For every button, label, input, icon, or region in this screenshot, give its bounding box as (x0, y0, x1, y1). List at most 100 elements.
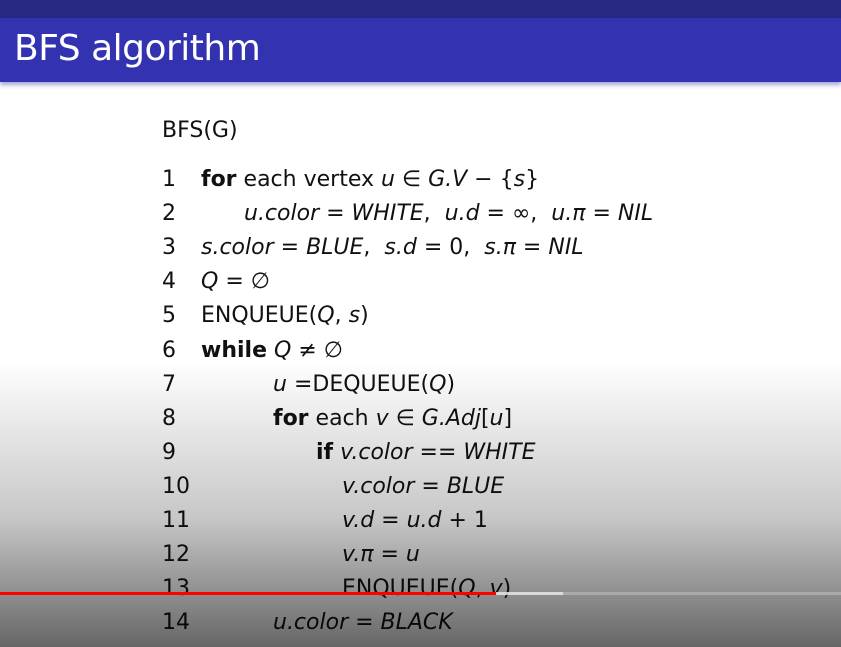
code-text: } (525, 167, 540, 192)
math-variable: u.color (244, 201, 320, 227)
line-number: 10 (162, 473, 190, 499)
code-text: ≠ ∅ (291, 337, 343, 363)
code-text: , (334, 303, 349, 329)
math-variable: v.color (340, 439, 413, 465)
code-text: , (363, 235, 385, 261)
math-variable: Q (458, 576, 476, 602)
math-variable: Q (274, 337, 292, 363)
math-variable: BLUE (306, 235, 364, 261)
code-text: = (319, 201, 352, 227)
code-text: ) (360, 303, 369, 329)
code-text: ) (446, 371, 456, 397)
slide-title: BFS algorithm (14, 28, 261, 69)
line-number: 7 (162, 371, 176, 397)
line-code: ENQUEUE(Q, s) (201, 303, 369, 328)
code-text: , (423, 201, 445, 227)
math-variable: s (513, 167, 526, 192)
code-text: + 1 (441, 508, 488, 533)
code-text: = (585, 201, 618, 227)
video-progress-bar[interactable] (0, 592, 841, 595)
code-text: ∈ (388, 405, 422, 431)
math-variable: v (489, 576, 503, 602)
line-number: 2 (162, 201, 176, 227)
code-text: = (414, 473, 447, 499)
math-variable: u.color (273, 610, 349, 636)
math-variable: u (380, 167, 395, 192)
math-variable: v.color (342, 473, 415, 499)
line-code: if v.color == WHITE (316, 440, 536, 465)
procedure-name: BFS(G) (162, 118, 238, 143)
math-variable: Q (317, 303, 335, 329)
math-variable: s.color (201, 235, 274, 261)
code-text: = (515, 235, 549, 261)
code-text: = (373, 542, 406, 568)
code-text: = 0, (416, 235, 485, 261)
played-bar (0, 592, 497, 595)
math-variable: u (405, 542, 420, 568)
code-text: ) (502, 576, 512, 602)
math-variable: WHITE (463, 439, 536, 465)
keyword: for (201, 167, 237, 192)
line-code: v.d = u.d + 1 (342, 508, 488, 533)
code-text: = (374, 508, 407, 533)
line-code: u.color = WHITE, u.d = ∞, u.π = NIL (244, 201, 653, 226)
math-variable: G.V (428, 167, 468, 192)
code-text: = ∅ (218, 269, 270, 295)
line-number: 9 (162, 439, 176, 465)
line-code: for each v ∈ G.Adj[u] (273, 406, 512, 431)
line-number: 5 (162, 303, 176, 329)
code-text: =DEQUEUE( (286, 371, 430, 397)
math-variable: G.Adj (421, 405, 481, 431)
line-code: for each vertex u ∈ G.V − {s} (201, 167, 539, 192)
line-number: 1 (162, 167, 176, 192)
code-text: ENQUEUE( (201, 303, 318, 329)
line-number: 3 (162, 235, 176, 261)
line-code: ENQUEUE(Q, v) (342, 576, 511, 601)
math-variable: s (348, 303, 361, 329)
code-text: − { (467, 167, 514, 192)
code-text: each (308, 405, 376, 431)
line-number: 14 (162, 610, 190, 636)
code-text: ENQUEUE( (342, 576, 459, 602)
line-code: u =DEQUEUE(Q) (273, 372, 455, 397)
line-code: s.color = BLUE, s.d = 0, s.π = NIL (201, 235, 584, 260)
player-gradient-overlay (0, 360, 841, 647)
math-variable: u.π (551, 201, 586, 227)
line-code: Q = ∅ (201, 269, 270, 294)
math-variable: s.d (384, 235, 417, 261)
code-text: each vertex (236, 167, 381, 192)
slide-title-bar: BFS algorithm (0, 18, 841, 82)
math-variable: NIL (617, 201, 654, 227)
code-text: == (412, 439, 464, 465)
math-variable: Q (201, 269, 219, 295)
code-text: ] (503, 405, 513, 431)
math-variable: BLACK (380, 610, 453, 636)
math-variable: s.π (484, 235, 516, 261)
line-code: u.color = BLACK (273, 610, 453, 635)
code-text: [ (480, 405, 490, 431)
slide-header-strip (0, 0, 841, 18)
keyword: while (201, 337, 267, 363)
code-text: = ∞, (479, 201, 552, 227)
code-text: , (475, 576, 490, 602)
code-text: = (348, 610, 381, 636)
line-code: v.color = BLUE (342, 474, 504, 499)
line-code: v.π = u (342, 542, 420, 567)
line-number: 4 (162, 269, 176, 295)
code-text: = (273, 235, 307, 261)
keyword: for (273, 405, 309, 431)
line-number: 12 (162, 542, 190, 568)
line-number: 13 (162, 576, 190, 602)
line-number: 6 (162, 337, 176, 363)
math-variable: Q (429, 371, 447, 397)
keyword: if (316, 439, 334, 465)
code-text: ∈ (394, 167, 429, 192)
math-variable: u (489, 405, 504, 431)
math-variable: v (375, 405, 389, 431)
math-variable: v.d (342, 508, 375, 533)
math-variable: WHITE (351, 201, 424, 227)
math-variable: NIL (548, 235, 584, 261)
math-variable: v.π (342, 542, 374, 568)
line-number: 8 (162, 405, 176, 431)
